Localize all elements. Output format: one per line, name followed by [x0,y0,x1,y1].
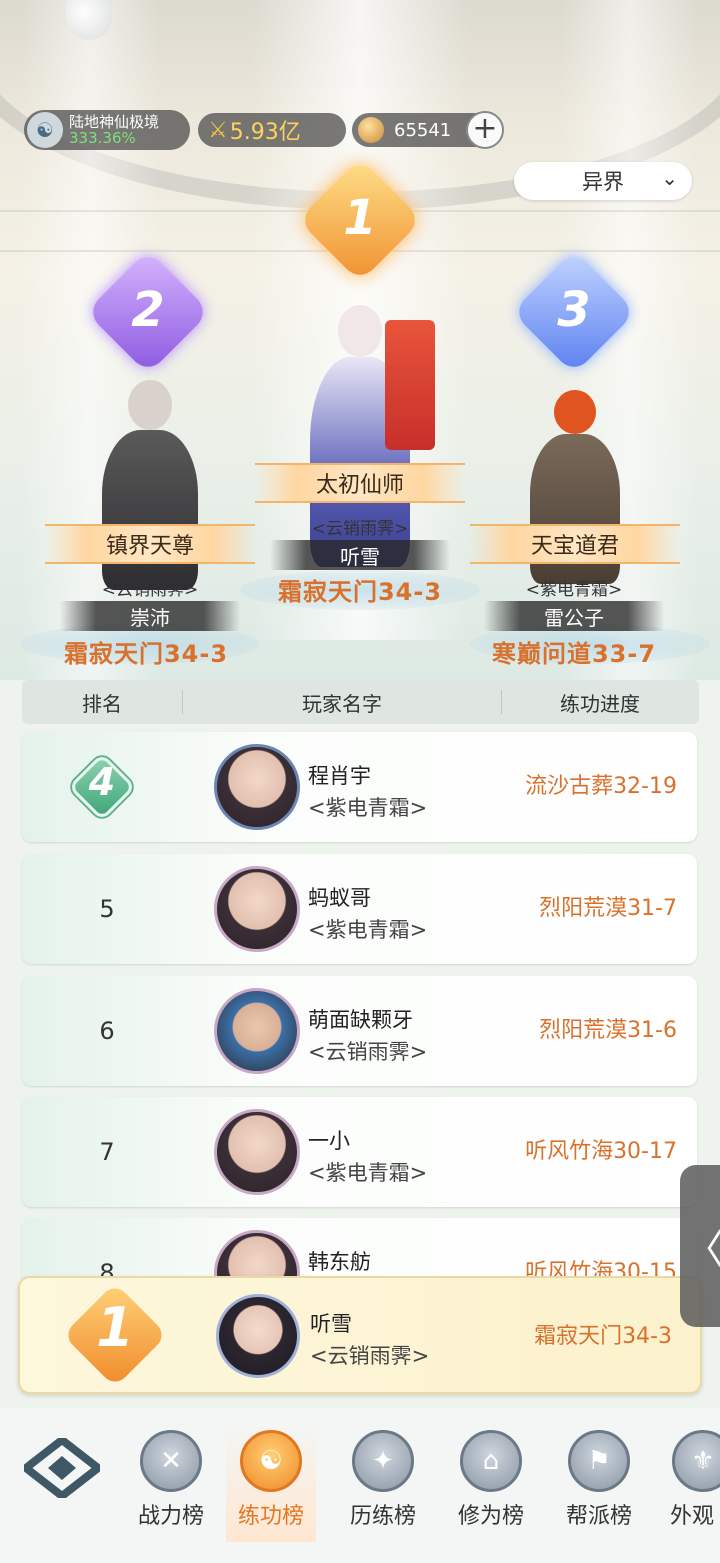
champion-1-guild: <云销雨霁> [311,519,409,539]
my-rank-row[interactable]: 1 听雪 <云销雨霁> 霜寂天门34-3 [18,1276,702,1394]
my-progress: 霜寂天门34-3 [534,1324,672,1349]
row-progress: 流沙古葬32-19 [525,774,677,799]
champion-2-character[interactable] [90,360,210,600]
header-rank: 排名 [82,691,122,716]
row-player-name: 韩东舫 [308,1250,371,1274]
combat-power-display: ⚔ 5.93亿 [198,113,346,147]
row-progress: 烈阳荒漠31-7 [539,896,677,921]
table-row[interactable]: 7 一小 <紫电青霜> 听风竹海30-17 [22,1097,697,1207]
row-rank: 4 [88,760,116,804]
row-player-name: 萌面缺颗牙 [308,1008,413,1032]
podium-scene: 1 2 3 太初仙师 <云销雨霁> 听雪 霜寂天门34-3 镇界天尊 <云销雨霁… [0,0,720,680]
row-guild: <紫电青霜> [308,796,428,820]
tab-label: 外观 [670,1504,715,1529]
tab-combat-power[interactable]: ✕ 战力榜 [126,1422,216,1542]
row-guild: <云销雨霁> [308,1040,428,1064]
row-rank: 7 [99,1138,115,1166]
row-progress: 听风竹海30-17 [525,1139,677,1164]
my-player-name: 听雪 [310,1312,352,1336]
table-row[interactable]: 4 程肖宇 <紫电青霜> 流沙古葬32-19 [22,732,697,842]
hat-icon: ⌂ [460,1430,522,1492]
tab-trial[interactable]: ✦ 历练榜 [338,1422,428,1542]
table-row[interactable]: 5 蚂蚁哥 <紫电青霜> 烈阳荒漠31-7 [22,854,697,964]
avatar[interactable] [214,988,300,1074]
header-player-name: 玩家名字 [302,691,382,716]
tab-training[interactable]: ☯ 练功榜 [226,1422,316,1542]
combat-power-value: 5.93亿 [229,120,301,145]
crossed-swords-icon: ⚔ [208,117,228,143]
realm-name: 陆地神仙极境 [69,112,160,131]
row-rank: 6 [99,1017,115,1045]
tab-label: 战力榜 [137,1504,204,1529]
champion-3-progress: 寒巅问道33-7 [491,640,657,668]
chevron-down-icon: ⌄ [661,166,678,190]
table-row[interactable]: 6 萌面缺颗牙 <云销雨霁> 烈阳荒漠31-6 [22,976,697,1086]
ranking-table-header: 排名 玩家名字 练功进度 [22,680,699,724]
my-guild: <云销雨霁> [310,1344,430,1368]
yin-yang-icon: ☯ [240,1430,302,1492]
outfit-icon: ⚜ [672,1430,720,1492]
coin-icon [358,117,384,143]
row-rank: 5 [99,895,115,923]
my-rank-number: 1 [96,1296,134,1359]
champion-3-character[interactable] [520,360,630,600]
champion-2-name: 崇沛 [60,601,240,631]
ranking-logo-icon [24,1438,100,1498]
avatar[interactable] [214,744,300,830]
avatar[interactable] [214,866,300,952]
row-player-name: 一小 [308,1129,350,1153]
row-progress: 烈阳荒漠31-6 [539,1018,677,1043]
server-select[interactable]: 异界 ⌄ [514,162,692,200]
tab-label: 帮派榜 [565,1504,632,1529]
champion-2-guild: <云销雨霁> [101,580,199,600]
champion-2-title: 镇界天尊 [45,524,255,564]
tab-guild[interactable]: ⚑ 帮派榜 [554,1422,644,1542]
sword-icon: ✕ [140,1430,202,1492]
banner-icon: ⚑ [568,1430,630,1492]
champion-1-progress: 霜寂天门34-3 [277,578,443,606]
realm-avatar-icon: ☯ [27,112,63,148]
champion-1-title: 太初仙师 [255,463,465,503]
rank-3-number: 3 [557,282,591,338]
row-guild: <紫电青霜> [308,918,428,942]
side-panel-toggle[interactable]: 〈 [680,1165,720,1327]
tab-label: 练功榜 [237,1504,304,1529]
add-currency-button[interactable]: + [466,111,504,149]
champion-3-title: 天宝道君 [470,524,680,564]
tab-cultivation[interactable]: ⌂ 修为榜 [446,1422,536,1542]
shuriken-icon: ✦ [352,1430,414,1492]
currency-value: 65541 [394,119,452,141]
tab-label: 历练榜 [349,1504,416,1529]
avatar[interactable] [216,1294,300,1378]
rank-2-number: 2 [131,282,165,338]
tab-label: 修为榜 [457,1504,524,1529]
currency-display: 65541 + [352,111,504,149]
row-player-name: 程肖宇 [308,764,371,788]
flag-prop [385,320,435,450]
bottom-nav: ✕ 战力榜 ☯ 练功榜 ✦ 历练榜 ⌂ 修为榜 ⚑ 帮派榜 ⚜ 外观 [0,1408,720,1563]
champion-3-name: 雷公子 [484,601,664,631]
champion-1-name: 听雪 [270,540,450,570]
realm-indicator[interactable]: ☯ 陆地神仙极境 333.36% [24,110,190,150]
realm-percent: 333.36% [69,128,136,147]
row-guild: <紫电青霜> [308,1161,428,1185]
rank-1-number: 1 [343,190,377,246]
tab-appearance[interactable]: ⚜ 外观 [660,1422,720,1542]
avatar[interactable] [214,1109,300,1195]
champion-3-guild: <紫电青霜> [525,580,623,600]
server-select-label: 异界 [582,170,624,194]
row-player-name: 蚂蚁哥 [308,886,371,910]
champion-2-progress: 霜寂天门34-3 [63,640,229,668]
header-progress: 练功进度 [560,691,640,716]
